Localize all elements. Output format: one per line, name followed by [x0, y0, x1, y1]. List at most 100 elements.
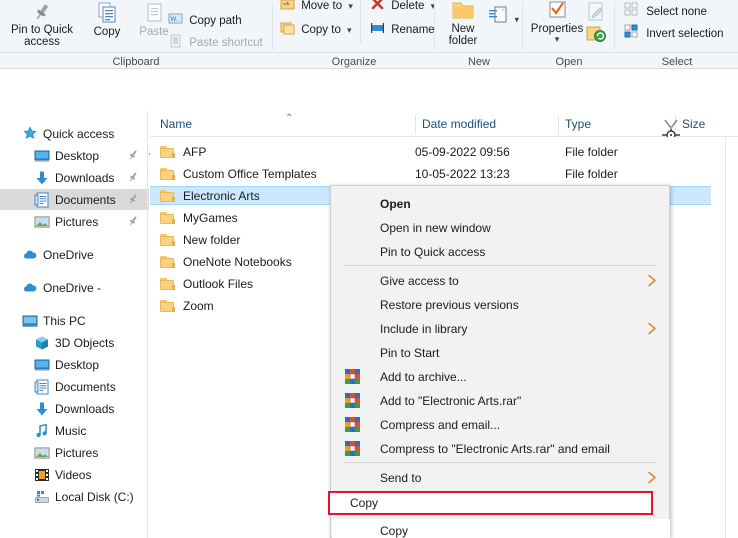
- sidebar-item-downloads-pc[interactable]: Downloads: [0, 398, 149, 419]
- context-menu-item-copy[interactable]: Copy: [332, 519, 670, 538]
- context-menu-item-add-to-archive[interactable]: Add to archive...: [332, 365, 670, 389]
- folder-icon: [160, 189, 176, 203]
- copy-highlight-annotation: Copy: [328, 491, 653, 515]
- sidebar-item-onedrive-business[interactable]: OneDrive -: [0, 277, 149, 298]
- copy-to-caret-icon[interactable]: ▾: [347, 25, 352, 35]
- rename-button[interactable]: Rename: [370, 20, 435, 39]
- new-item-button[interactable]: ▾: [488, 6, 519, 31]
- context-menu-item-give-access-to[interactable]: Give access to: [332, 269, 670, 293]
- folder-icon: [160, 299, 176, 313]
- documents-icon: [34, 379, 50, 395]
- folder-icon: [160, 255, 176, 269]
- properties-caret-icon[interactable]: ▾: [526, 35, 588, 44]
- sidebar-item-pictures-pc[interactable]: Pictures: [0, 442, 149, 463]
- sidebar-item-documents[interactable]: Documents: [0, 189, 149, 210]
- context-menu-item-pin-to-start[interactable]: Pin to Start: [332, 341, 670, 365]
- copy-path-button[interactable]: W.. Copy path: [168, 11, 242, 30]
- sidebar-item-desktop[interactable]: Desktop: [0, 145, 149, 166]
- sidebar-item-videos[interactable]: Videos: [0, 464, 149, 485]
- file-name-cell[interactable]: Electronic Arts: [160, 189, 260, 203]
- copy-button[interactable]: Copy: [84, 2, 130, 38]
- sidebar-item-3d-objects[interactable]: 3D Objects: [0, 332, 149, 353]
- column-header-type[interactable]: Type: [565, 117, 591, 131]
- file-name-cell[interactable]: Outlook Files: [160, 277, 253, 291]
- sidebar-label-local-disk-c: Local Disk (C:): [55, 489, 134, 504]
- ribbon-group-new: New folder ▾ New: [436, 0, 522, 69]
- file-name-cell[interactable]: New folder: [160, 233, 240, 247]
- vertical-scrollbar[interactable]: [725, 137, 738, 538]
- context-menu-item-open-in-new-window[interactable]: Open in new window: [332, 216, 670, 240]
- sidebar-label-this-pc: This PC: [43, 313, 86, 328]
- new-item-caret-icon[interactable]: ▾: [514, 15, 519, 25]
- sidebar-item-pictures[interactable]: Pictures: [0, 211, 149, 232]
- sidebar-item-downloads[interactable]: Downloads: [0, 167, 149, 188]
- invert-selection-button[interactable]: Invert selection: [624, 24, 724, 43]
- sidebar-label-3d-objects: 3D Objects: [55, 335, 115, 350]
- context-menu-item-add-to-rar[interactable]: Add to "Electronic Arts.rar": [332, 389, 670, 413]
- context-menu[interactable]: Open Open in new window Pin to Quick acc…: [330, 185, 670, 538]
- table-row[interactable]: AFP 05-09-2022 09:56 File folder: [150, 142, 725, 161]
- column-header-date-modified[interactable]: Date modified: [422, 117, 496, 131]
- copy-to-button[interactable]: Copy to ▾: [280, 20, 352, 39]
- sidebar-item-onedrive[interactable]: OneDrive: [0, 244, 149, 265]
- ribbon-toolbar: Pin to Quick access Copy Paste W.. Copy …: [0, 0, 738, 69]
- star-icon: [22, 125, 38, 142]
- table-row[interactable]: Custom Office Templates 10-05-2022 13:23…: [150, 164, 725, 183]
- context-menu-label: Open: [380, 197, 411, 211]
- file-name-cell[interactable]: Custom Office Templates: [160, 167, 317, 181]
- column-header-name[interactable]: Name: [160, 117, 192, 131]
- new-folder-button[interactable]: New folder: [438, 0, 488, 48]
- history-icon: [586, 24, 608, 49]
- ribbon-group-organize: Move to ▾ Copy to ▾ Delete ▾ Rename Orga…: [274, 0, 435, 69]
- history-button[interactable]: [586, 24, 608, 49]
- context-menu-item-restore-previous-versions[interactable]: Restore previous versions: [332, 293, 670, 317]
- context-menu-item-pin-to-quick-access[interactable]: Pin to Quick access: [332, 240, 670, 264]
- context-menu-item-open[interactable]: Open: [332, 192, 670, 216]
- delete-x-icon: [370, 0, 385, 15]
- properties-button[interactable]: Properties ▾: [526, 0, 588, 44]
- navigation-pane[interactable]: Quick access Desktop Downloads Documents…: [0, 111, 149, 538]
- invert-selection-label: Invert selection: [646, 27, 724, 40]
- sidebar-item-music[interactable]: Music: [0, 420, 149, 441]
- sidebar-item-local-disk-c[interactable]: Local Disk (C:): [0, 486, 149, 507]
- select-none-button[interactable]: Select none: [624, 2, 707, 21]
- pin-icon: [127, 171, 139, 186]
- folder-icon: [160, 145, 176, 159]
- context-menu-item-compress-and-email[interactable]: Compress and email...: [332, 413, 670, 437]
- sidebar-item-quick-access[interactable]: Quick access: [0, 123, 149, 144]
- sidebar-item-desktop-pc[interactable]: Desktop: [0, 354, 149, 375]
- paste-icon: [143, 2, 165, 28]
- documents-icon: [34, 192, 50, 208]
- context-menu-label: Compress and email...: [380, 418, 501, 432]
- rename-icon: [370, 20, 385, 39]
- rar-icon: [345, 369, 361, 385]
- column-headers: ⌃ Name Date modified Type Size: [150, 113, 738, 136]
- copy-icon: [96, 2, 118, 28]
- context-menu-item-include-in-library[interactable]: Include in library: [332, 317, 670, 341]
- sidebar-item-this-pc[interactable]: This PC: [0, 310, 149, 331]
- move-to-label: Move to: [301, 0, 343, 12]
- move-to-caret-icon[interactable]: ▾: [348, 1, 353, 11]
- delete-button[interactable]: Delete ▾: [370, 0, 435, 15]
- pin-to-quick-access-button[interactable]: Pin to Quick access: [2, 2, 82, 49]
- move-to-button[interactable]: Move to ▾: [280, 0, 353, 15]
- sidebar-label-pictures: Pictures: [55, 214, 99, 229]
- folder-icon: [160, 167, 176, 181]
- folder-icon: [160, 211, 176, 225]
- file-name-cell[interactable]: OneNote Notebooks: [160, 255, 292, 269]
- column-header-size[interactable]: Size: [682, 117, 705, 131]
- ribbon-group-label-open: Open: [555, 56, 583, 68]
- download-icon: [34, 401, 50, 417]
- context-menu-item-send-to[interactable]: Send to: [332, 466, 670, 490]
- file-name-label: OneNote Notebooks: [183, 254, 292, 269]
- sidebar-item-documents-pc[interactable]: Documents: [0, 376, 149, 397]
- folder-icon: [160, 233, 176, 247]
- context-menu-item-compress-to-rar-and-email[interactable]: Compress to "Electronic Arts.rar" and em…: [332, 437, 670, 461]
- file-name-label: MyGames: [183, 210, 238, 225]
- pin-icon: [127, 149, 139, 164]
- file-name-cell[interactable]: AFP: [160, 145, 206, 159]
- file-name-cell[interactable]: Zoom: [160, 299, 214, 313]
- file-name-cell[interactable]: MyGames: [160, 211, 238, 225]
- paste-shortcut-button[interactable]: Paste shortcut: [168, 33, 263, 52]
- videos-icon: [34, 467, 50, 483]
